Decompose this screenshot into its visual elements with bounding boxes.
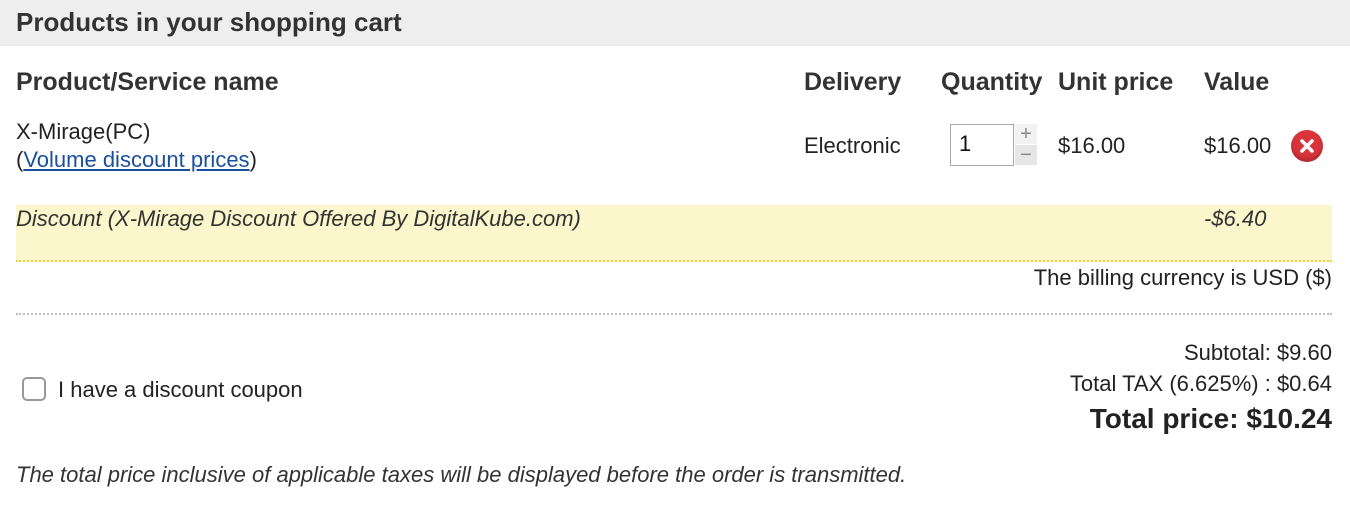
footer-note: The total price inclusive of applicable … — [16, 462, 907, 487]
cart-header: Products in your shopping cart — [0, 0, 1350, 46]
discount-coupon-label[interactable]: I have a discount coupon — [58, 377, 303, 403]
discount-coupon-checkbox[interactable] — [22, 377, 46, 401]
total-price: Total price: $10.24 — [1089, 403, 1332, 434]
column-header-product: Product/Service name — [16, 68, 279, 96]
item-value: $16.00 — [1204, 133, 1272, 158]
volume-discount-link[interactable]: Volume discount prices — [23, 147, 249, 172]
column-header-unit-price: Unit price — [1058, 68, 1174, 96]
remove-item-button[interactable] — [1291, 130, 1323, 162]
quantity-input[interactable] — [951, 125, 1015, 163]
unit-price: $16.00 — [1058, 133, 1126, 158]
discount-amount: -$6.40 — [1204, 206, 1267, 231]
column-header-quantity: Quantity — [941, 68, 1043, 96]
close-icon — [1300, 139, 1314, 153]
column-header-delivery: Delivery — [804, 68, 902, 96]
quantity-decrease-button[interactable]: − — [1015, 145, 1037, 165]
total-tax: Total TAX (6.625%) : $0.64 — [1069, 371, 1332, 396]
paren-close: ) — [249, 147, 257, 172]
divider — [16, 313, 1332, 315]
discount-label: Discount (X-Mirage Discount Offered By D… — [16, 206, 581, 231]
quantity-stepper: + − — [1015, 124, 1037, 166]
quantity-field — [950, 124, 1015, 166]
volume-discount: (Volume discount prices) — [16, 147, 257, 173]
discount-row: Discount (X-Mirage Discount Offered By D… — [16, 205, 1332, 262]
currency-note: The billing currency is USD ($) — [1033, 265, 1332, 290]
column-header-value: Value — [1204, 68, 1270, 96]
delivery-type: Electronic — [804, 133, 901, 158]
product-name: X-Mirage(PC) — [16, 119, 151, 144]
quantity-increase-button[interactable]: + — [1015, 124, 1037, 144]
cart-title: Products in your shopping cart — [16, 7, 402, 37]
subtotal: Subtotal: $9.60 — [1183, 340, 1332, 365]
